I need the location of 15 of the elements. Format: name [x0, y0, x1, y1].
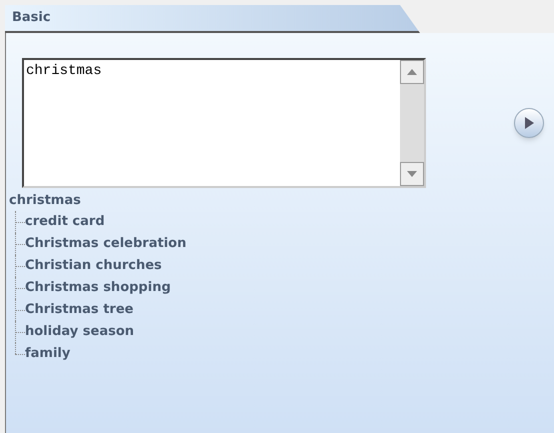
tree-node[interactable]: credit card: [25, 212, 105, 232]
tree-node[interactable]: holiday season: [25, 322, 134, 342]
play-icon: [524, 117, 534, 129]
tree-node[interactable]: Christmas shopping: [25, 278, 171, 298]
tree-node[interactable]: Christmas celebration: [25, 234, 186, 254]
scroll-up-button[interactable]: [400, 60, 424, 84]
scroll-down-button[interactable]: [400, 162, 424, 186]
tree-node[interactable]: Christmas tree: [25, 300, 134, 320]
tab[interactable]: Basic: [5, 5, 420, 33]
tree-node[interactable]: Christian churches: [25, 256, 162, 276]
tree-node[interactable]: christmas: [9, 191, 81, 211]
down-arrow-icon: [407, 171, 417, 177]
tree-node[interactable]: family: [25, 344, 70, 364]
go-button[interactable]: [514, 108, 544, 138]
up-arrow-icon: [407, 69, 417, 75]
